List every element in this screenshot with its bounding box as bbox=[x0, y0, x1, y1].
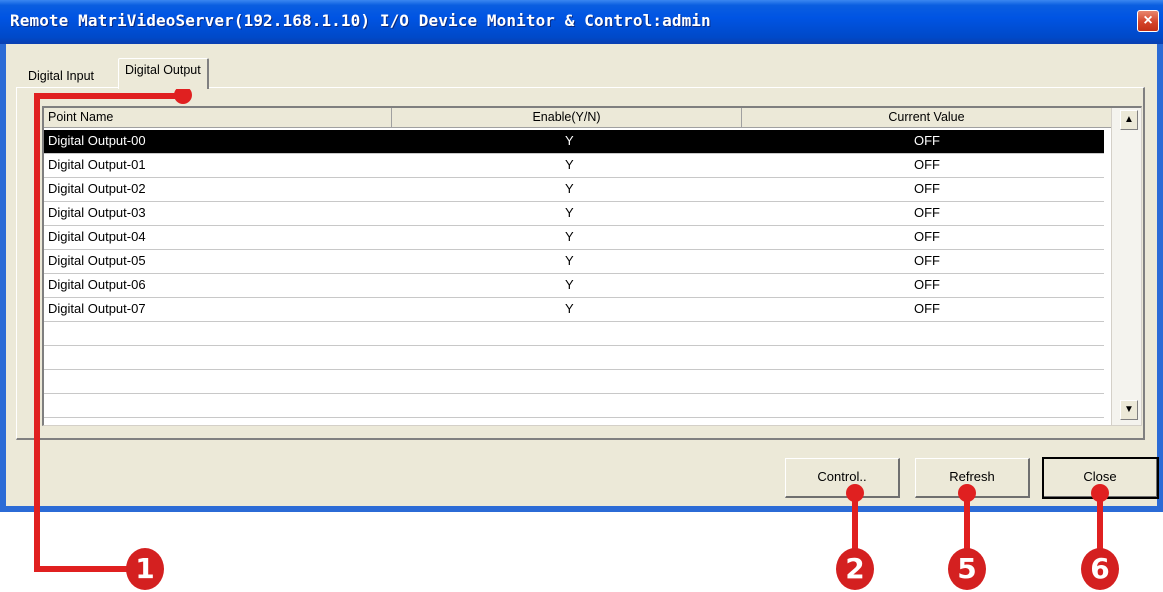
tab-digital-input[interactable]: Digital Input bbox=[22, 66, 100, 88]
current-value-cell: OFF bbox=[914, 157, 940, 172]
enable-cell: Y bbox=[565, 301, 574, 316]
table-row[interactable]: Digital Output-01 Y OFF bbox=[44, 154, 1104, 178]
grid-line bbox=[44, 369, 1104, 370]
current-value-cell: OFF bbox=[914, 253, 940, 268]
scroll-down-icon[interactable]: ▼ bbox=[1120, 400, 1138, 420]
vertical-scrollbar[interactable]: ▲ ▼ bbox=[1111, 108, 1141, 425]
callout-badge-6: 6 bbox=[1081, 548, 1119, 590]
table-row[interactable]: Digital Output-05 Y OFF bbox=[44, 250, 1104, 274]
table-row[interactable]: Digital Output-02 Y OFF bbox=[44, 178, 1104, 202]
current-value-cell: OFF bbox=[914, 301, 940, 316]
enable-cell: Y bbox=[565, 205, 574, 220]
callout-dot-5 bbox=[958, 484, 976, 502]
point-name-cell: Digital Output-06 bbox=[48, 277, 146, 292]
point-name-cell: Digital Output-07 bbox=[48, 301, 146, 316]
scroll-up-icon[interactable]: ▲ bbox=[1120, 110, 1138, 130]
current-value-cell: OFF bbox=[914, 205, 940, 220]
point-name-cell: Digital Output-03 bbox=[48, 205, 146, 220]
callout-line-1-vertical bbox=[34, 93, 40, 572]
grid-line bbox=[44, 417, 1104, 418]
table-row[interactable]: Digital Output-03 Y OFF bbox=[44, 202, 1104, 226]
enable-cell: Y bbox=[565, 157, 574, 172]
tab-digital-output[interactable]: Digital Output bbox=[118, 58, 209, 89]
callout-dot-2 bbox=[846, 484, 864, 502]
point-name-cell: Digital Output-05 bbox=[48, 253, 146, 268]
callout-badge-5: 5 bbox=[948, 548, 986, 590]
title-bar[interactable]: Remote MatriVideoServer(192.168.1.10) I/… bbox=[0, 0, 1163, 44]
enable-cell: Y bbox=[565, 229, 574, 244]
enable-cell: Y bbox=[565, 133, 574, 148]
digital-output-list[interactable]: Point Name Enable(Y/N) Current Value Dig… bbox=[42, 106, 1142, 426]
point-name-cell: Digital Output-01 bbox=[48, 157, 146, 172]
callout-dot-6 bbox=[1091, 484, 1109, 502]
enable-cell: Y bbox=[565, 181, 574, 196]
point-name-cell: Digital Output-02 bbox=[48, 181, 146, 196]
control-button[interactable]: Control.. bbox=[785, 458, 900, 498]
column-header-current-value[interactable]: Current Value bbox=[742, 108, 1112, 128]
list-header: Point Name Enable(Y/N) Current Value bbox=[44, 108, 1141, 128]
table-row[interactable]: Digital Output-00 Y OFF bbox=[44, 130, 1104, 154]
current-value-cell: OFF bbox=[914, 181, 940, 196]
enable-cell: Y bbox=[565, 253, 574, 268]
grid-line bbox=[44, 393, 1104, 394]
grid-line bbox=[44, 345, 1104, 346]
window-title: Remote MatriVideoServer(192.168.1.10) I/… bbox=[10, 11, 711, 30]
current-value-cell: OFF bbox=[914, 229, 940, 244]
current-value-cell: OFF bbox=[914, 133, 940, 148]
callout-badge-1: 1 bbox=[126, 548, 164, 590]
window-close-icon[interactable]: × bbox=[1137, 10, 1159, 32]
column-header-enable[interactable]: Enable(Y/N) bbox=[392, 108, 742, 128]
table-row[interactable]: Digital Output-07 Y OFF bbox=[44, 298, 1104, 322]
callout-line-1-bottom bbox=[34, 566, 134, 572]
column-header-point-name[interactable]: Point Name bbox=[44, 108, 392, 128]
table-row[interactable]: Digital Output-06 Y OFF bbox=[44, 274, 1104, 298]
current-value-cell: OFF bbox=[914, 277, 940, 292]
point-name-cell: Digital Output-04 bbox=[48, 229, 146, 244]
point-name-cell: Digital Output-00 bbox=[48, 133, 146, 148]
enable-cell: Y bbox=[565, 277, 574, 292]
callout-badge-2: 2 bbox=[836, 548, 874, 590]
table-row[interactable]: Digital Output-04 Y OFF bbox=[44, 226, 1104, 250]
callout-line-1-top bbox=[34, 93, 184, 99]
